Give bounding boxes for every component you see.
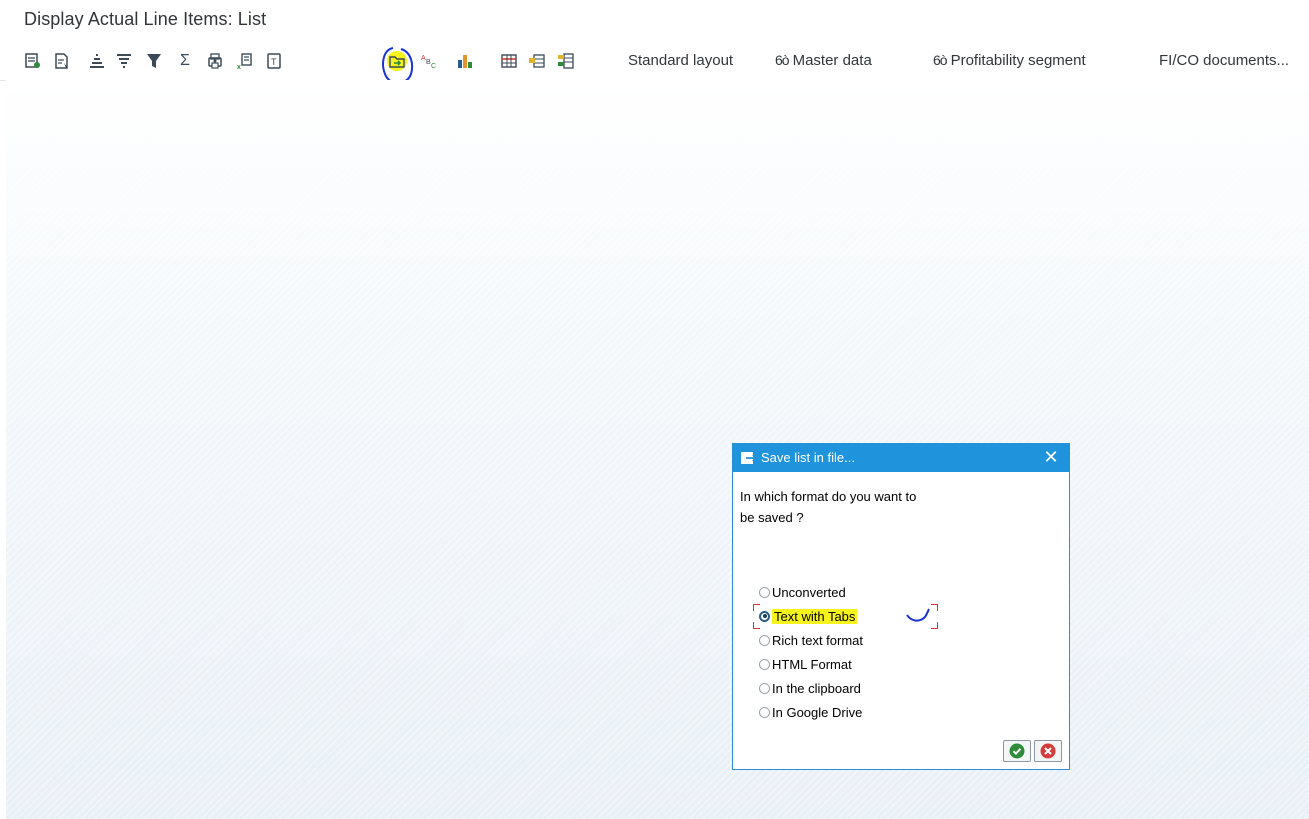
glasses-icon: 6ò [933,52,948,68]
question-line-1: In which format do you want to [740,489,917,504]
dialog-header: Save list in file... ✕ [733,444,1069,472]
choose-layout-icon[interactable] [52,51,72,71]
manage-layouts-icon[interactable] [556,51,576,71]
option-label: In the clipboard [772,680,861,696]
list-content-area [6,80,1309,819]
option-label: Text with Tabs [772,608,858,624]
dialog-buttons [1003,740,1062,762]
export-spreadsheet-icon[interactable]: x [235,51,255,71]
save-layout-icon[interactable] [527,51,547,71]
abc-analysis-icon[interactable]: ABC [419,51,439,71]
print-preview-icon[interactable] [205,51,225,71]
confirm-button[interactable] [1003,740,1031,762]
master-data-label: Master data [792,52,872,69]
title-bar: Display Actual Line Items: List [0,0,1309,42]
option-label: Rich text format [772,632,864,648]
option-text-with-tabs[interactable]: Text with Tabs [753,604,938,629]
standard-layout-button[interactable]: Standard layout [628,52,733,69]
fico-documents-button[interactable]: FI/CO documents... [1159,52,1289,69]
word-processing-icon[interactable]: T [264,51,284,71]
option-html-format[interactable]: HTML Format [759,652,863,676]
page-title: Display Actual Line Items: List [24,9,267,29]
profitability-segment-label: Profitability segment [950,52,1086,69]
close-icon[interactable]: ✕ [1041,447,1061,467]
option-label: Unconverted [772,584,846,600]
focus-bracket [753,604,760,611]
sort-descending-icon[interactable] [114,51,134,71]
dialog-question: In which format do you want to be saved … [740,486,1000,528]
dialog-title: Save list in file... [761,450,855,465]
annotation-check-mark [906,608,930,622]
application-toolbar: Σ x T ABC Standard layout 6ò Master data … [0,42,1309,81]
change-layout-icon[interactable] [499,51,519,71]
svg-text:C: C [431,63,436,70]
checkmark-icon [1009,743,1025,759]
radio-button[interactable] [759,658,770,670]
option-label: In Google Drive [772,704,863,720]
option-label: HTML Format [772,656,852,672]
option-unconverted[interactable]: Unconverted [759,580,863,604]
svg-text:T: T [271,57,277,67]
radio-button[interactable] [759,706,770,718]
radio-button[interactable] [759,682,770,694]
option-in-the-clipboard[interactable]: In the clipboard [759,676,863,700]
export-file-icon [741,452,758,464]
filter-icon[interactable] [144,51,164,71]
radio-button-selected[interactable] [759,610,770,622]
graphic-icon[interactable] [455,51,475,71]
cancel-icon [1040,743,1056,759]
option-rich-text-format[interactable]: Rich text format [759,628,863,652]
profitability-segment-button[interactable]: 6ò Profitability segment [933,52,1086,69]
sort-ascending-icon[interactable] [87,51,107,71]
radio-button[interactable] [759,634,770,646]
glasses-icon: 6ò [775,52,790,68]
cancel-button[interactable] [1034,740,1062,762]
save-list-dialog: Save list in file... ✕ In which format d… [732,443,1070,770]
total-icon[interactable]: Σ [175,51,195,71]
svg-text:x: x [237,64,241,70]
question-line-2: be saved ? [740,510,804,525]
details-icon[interactable] [23,51,43,71]
option-in-google-drive[interactable]: In Google Drive [759,700,863,724]
master-data-button[interactable]: 6ò Master data [775,52,872,69]
radio-button[interactable] [759,586,770,598]
format-options: Unconverted Text with Tabs Rich text for… [753,580,938,724]
